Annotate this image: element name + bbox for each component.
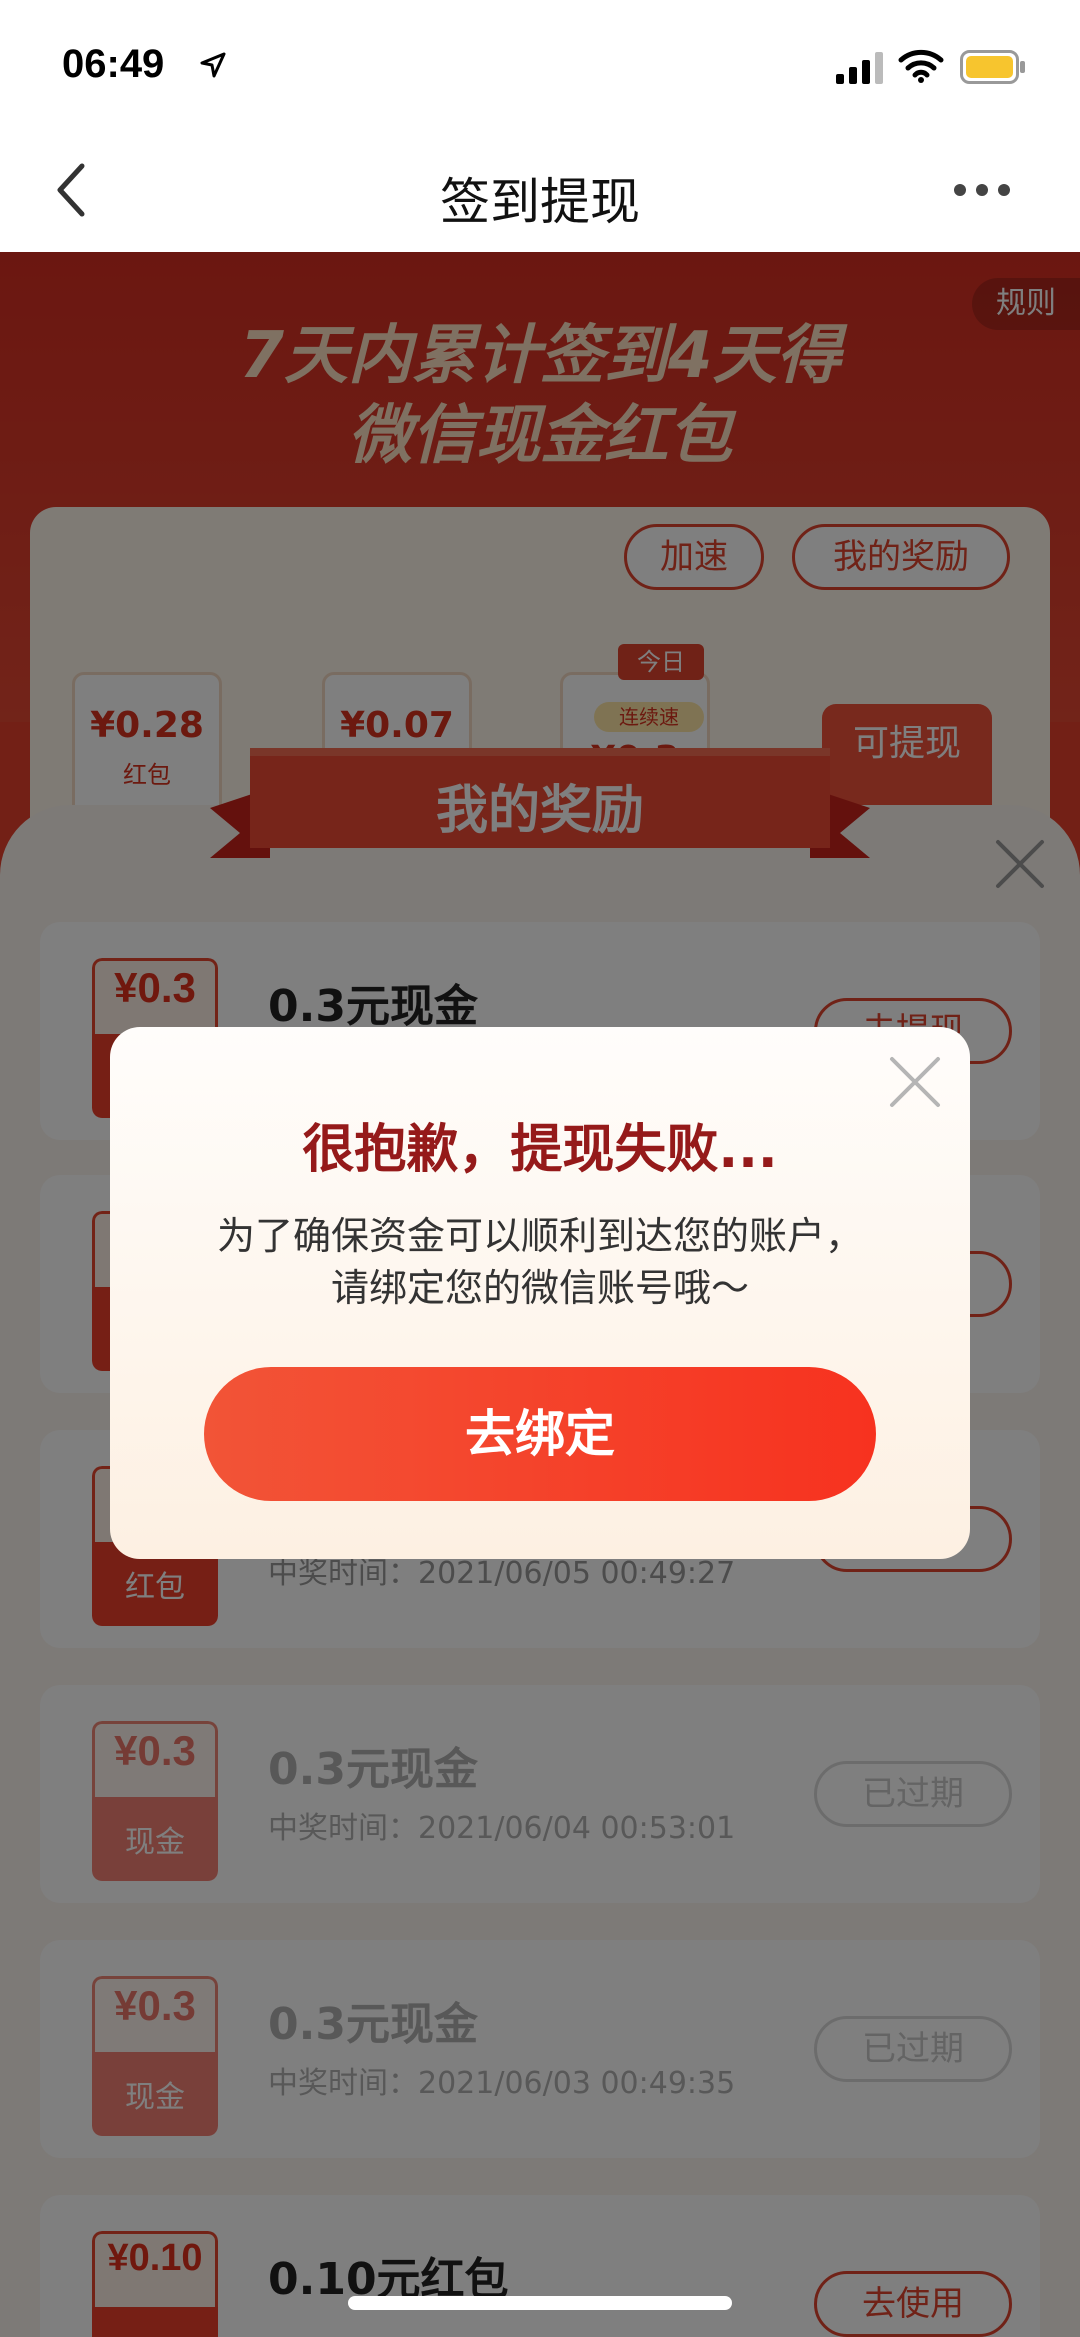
nav-bar: 签到提现 <box>0 130 1080 252</box>
dialog-title: 很抱歉，提现失败... <box>302 1120 778 1180</box>
close-icon[interactable] <box>888 1055 942 1109</box>
battery-icon <box>960 50 1025 84</box>
dialog-message: 为了确保资金可以顺利到达您的账户， <box>216 1214 863 1258</box>
home-indicator[interactable] <box>348 2296 732 2310</box>
status-bar: 06:49 <box>0 0 1080 130</box>
bind-wechat-button[interactable]: 去绑定 <box>204 1367 876 1501</box>
withdraw-failed-dialog: 很抱歉，提现失败... 为了确保资金可以顺利到达您的账户， 请绑定您的微信账号哦… <box>110 1027 970 1559</box>
wifi-icon <box>898 49 944 83</box>
cellular-signal-icon <box>836 52 883 84</box>
more-options-icon[interactable] <box>952 180 1012 200</box>
status-time: 06:49 <box>62 42 165 86</box>
dialog-message: 请绑定您的微信账号哦～ <box>330 1266 749 1310</box>
location-arrow-icon <box>200 52 226 78</box>
page-title: 签到提现 <box>440 173 640 231</box>
